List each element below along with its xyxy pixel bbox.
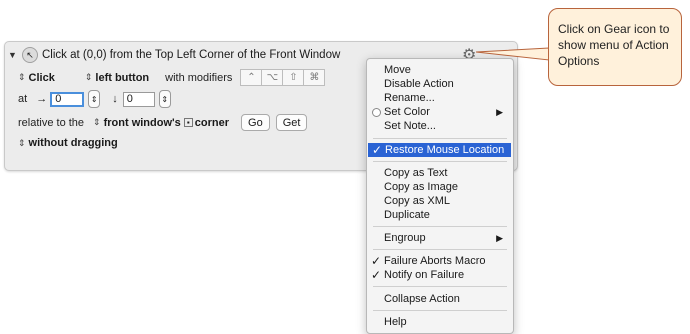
menu-item-label: Collapse Action <box>384 293 460 305</box>
relative-target-label: front window's <box>103 116 181 129</box>
right-arrow-icon: → <box>36 93 48 105</box>
get-button[interactable]: Get <box>275 114 308 131</box>
action-header: ▼ ↖ Click at (0,0) from the Top Left Cor… <box>8 47 340 63</box>
click-row: ⇕ Click ⇕ left button with modifiers ⌃ ⌥ ⇧… <box>18 69 326 86</box>
menu-item-help[interactable]: Help <box>367 315 513 329</box>
menu-item-label: Copy as Image <box>384 181 458 193</box>
callout-note: Click on Gear icon to show menu of Actio… <box>548 8 682 86</box>
action-options-menu: Move Disable Action Rename... Set Color ▶… <box>366 58 514 334</box>
button-popup[interactable]: ⇕ left button <box>85 72 149 84</box>
submenu-arrow-icon: ▶ <box>496 233 503 243</box>
menu-separator <box>373 161 507 162</box>
menu-separator <box>373 286 507 287</box>
menu-item-set-note[interactable]: Set Note... <box>367 119 513 133</box>
action-title[interactable]: Click at (0,0) from the Top Left Corner … <box>42 49 340 61</box>
menu-item-label: Help <box>384 316 407 328</box>
y-stepper[interactable]: ⇕ <box>158 90 171 108</box>
menu-item-failure-aborts-macro[interactable]: ✓ Failure Aborts Macro <box>367 254 513 268</box>
menu-item-restore-mouse-location[interactable]: ✓ Restore Mouse Location <box>368 143 511 157</box>
updown-icon: ⇕ <box>18 137 26 148</box>
option-key-button[interactable]: ⌥ <box>261 69 284 86</box>
updown-icon: ⇕ <box>84 72 93 82</box>
click-type-label: Click <box>28 71 55 84</box>
menu-item-duplicate[interactable]: Duplicate <box>367 208 513 222</box>
y-field[interactable]: 0 <box>122 91 155 107</box>
callout-pointer <box>475 47 550 61</box>
relative-target-popup[interactable]: ⇕ front window's <box>93 117 181 129</box>
shift-key-button[interactable]: ⇧ <box>282 69 305 86</box>
drag-popup[interactable]: ⇕ without dragging <box>18 137 118 149</box>
submenu-arrow-icon: ▶ <box>496 107 503 117</box>
menu-separator <box>373 249 507 250</box>
modifier-keys: ⌃ ⌥ ⇧ ⌘ <box>240 69 326 86</box>
position-row: at → 0 ⇕ ↓ 0 ⇕ <box>18 90 171 108</box>
menu-item-disable-action[interactable]: Disable Action <box>367 77 513 91</box>
menu-item-label: Move <box>384 64 411 76</box>
menu-item-label: Set Note... <box>384 120 436 132</box>
menu-separator <box>373 226 507 227</box>
menu-item-label: Copy as XML <box>384 195 451 207</box>
x-stepper[interactable]: ⇕ <box>88 90 101 108</box>
corner-label: corner <box>194 116 230 129</box>
menu-item-rename[interactable]: Rename... <box>367 91 513 105</box>
updown-icon: ⇕ <box>18 72 26 82</box>
menu-item-label: Disable Action <box>384 78 454 90</box>
menu-item-label: Failure Aborts Macro <box>384 255 486 267</box>
modifiers-label: with modifiers <box>165 71 233 84</box>
menu-item-copy-as-xml[interactable]: Copy as XML <box>367 194 513 208</box>
menu-item-copy-as-image[interactable]: Copy as Image <box>367 180 513 194</box>
color-swatch-icon <box>372 108 381 117</box>
checkmark-icon: ✓ <box>371 254 382 268</box>
menu-item-label: Duplicate <box>384 209 430 221</box>
menu-item-label: Rename... <box>384 92 435 104</box>
command-key-button[interactable]: ⌘ <box>303 69 326 86</box>
drag-label: without dragging <box>28 137 118 149</box>
menu-item-label: Copy as Text <box>384 167 448 179</box>
mouse-click-icon: ↖ <box>22 47 38 63</box>
triangle-down-icon[interactable]: ▼ <box>8 50 18 60</box>
menu-item-label: Notify on Failure <box>384 269 465 281</box>
corner-icon[interactable]: ▪ <box>183 118 193 127</box>
menu-item-engroup[interactable]: Engroup ▶ <box>367 231 513 245</box>
checkmark-icon: ✓ <box>371 268 382 282</box>
button-label: left button <box>95 71 150 84</box>
at-label: at <box>18 93 28 105</box>
control-key-button[interactable]: ⌃ <box>240 69 263 86</box>
menu-item-set-color[interactable]: Set Color ▶ <box>367 105 513 119</box>
menu-item-label: Set Color <box>384 106 430 118</box>
click-type-popup[interactable]: ⇕ Click <box>18 72 55 84</box>
menu-item-label: Restore Mouse Location <box>385 144 505 156</box>
drag-row: ⇕ without dragging <box>18 137 118 149</box>
down-arrow-icon: ↓ <box>112 93 118 105</box>
relative-row: relative to the ⇕ front window's ▪ corner… <box>18 114 308 131</box>
menu-item-copy-as-text[interactable]: Copy as Text <box>367 166 513 180</box>
checkmark-icon: ✓ <box>372 143 383 157</box>
menu-separator <box>373 138 507 139</box>
relative-label: relative to the <box>18 116 85 129</box>
menu-item-notify-on-failure[interactable]: ✓ Notify on Failure <box>367 268 513 282</box>
menu-separator <box>373 310 507 311</box>
menu-item-label: Engroup <box>384 232 426 244</box>
go-button[interactable]: Go <box>241 114 270 131</box>
menu-item-collapse-action[interactable]: Collapse Action <box>367 292 513 306</box>
updown-icon: ⇕ <box>93 117 101 127</box>
x-field[interactable]: 0 <box>50 91 85 107</box>
